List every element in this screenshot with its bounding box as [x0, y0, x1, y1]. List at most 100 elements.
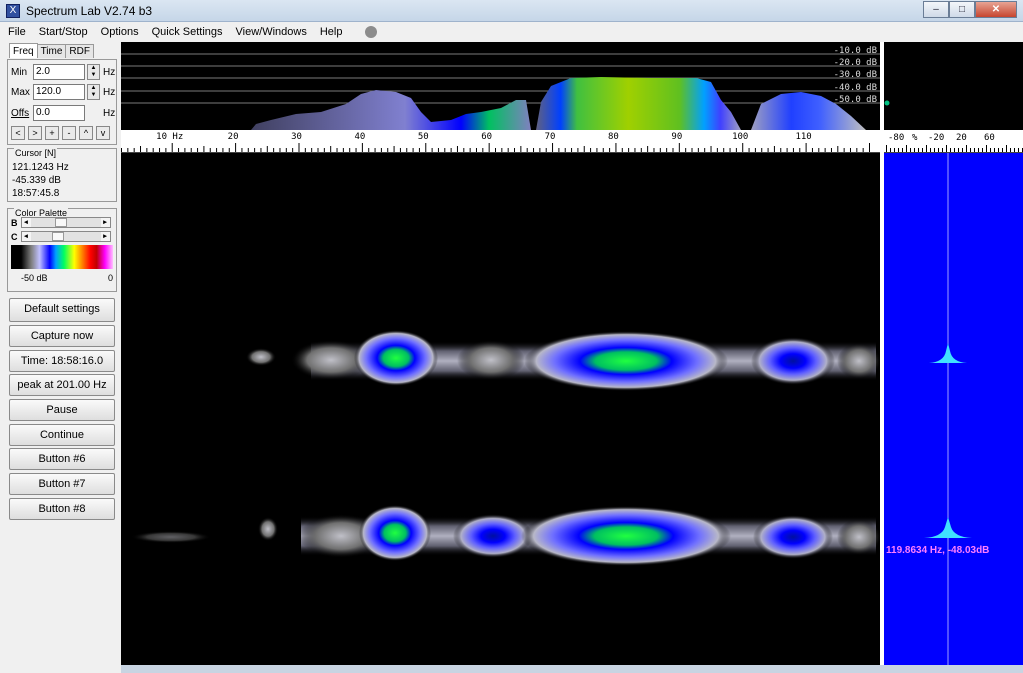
brightness-slider[interactable]: ◂ ▸ — [20, 217, 111, 228]
axis-tick-label: 30 — [291, 132, 302, 142]
min-label: Min — [11, 66, 28, 78]
spectrum-plot[interactable]: -10.0 dB -20.0 dB -30.0 dB -40.0 dB -50.… — [121, 42, 880, 130]
min-spinner[interactable]: ▲ ▼ — [87, 64, 100, 80]
spectrum-trace-left — [251, 90, 531, 130]
offset-input[interactable]: 0.0 — [33, 105, 85, 121]
amp-axis-label: -20 — [928, 133, 944, 143]
scroll-left-icon[interactable]: ◂ — [21, 218, 31, 227]
time-button[interactable]: Time: 18:58:16.0 — [9, 349, 115, 372]
button-7[interactable]: Button #7 — [9, 473, 115, 496]
brightness-thumb[interactable] — [54, 218, 67, 227]
db-gridlines — [121, 53, 880, 104]
min-unit: Hz — [103, 66, 116, 78]
button-6[interactable]: Button #6 — [9, 448, 115, 471]
amplitude-peak-upper — [929, 343, 967, 363]
menu-quick-settings[interactable]: Quick Settings — [152, 26, 223, 38]
zoom-out-button[interactable]: - — [62, 126, 76, 140]
palette-min-label: -50 dB — [21, 273, 48, 283]
scale-down-button[interactable]: v — [96, 126, 110, 140]
marker-readout: 119.8634 Hz, -48.03dB — [886, 545, 989, 556]
status-indicator-icon[interactable] — [365, 26, 378, 38]
amplitude-panel[interactable]: -80 % -20 20 60 119.8634 Hz, -48.03dB — [884, 42, 1023, 665]
frequency-settings: Min 2.0 ▲ ▼ Hz Max 120.0 ▲ ▼ Hz Offs 0.0 H… — [7, 59, 117, 145]
menu-options[interactable]: Options — [101, 26, 139, 38]
pause-button[interactable]: Pause — [9, 399, 115, 422]
scroll-right-icon[interactable]: ▸ — [100, 232, 110, 241]
waterfall-band-lower — [131, 505, 881, 566]
amp-axis-label: -80 — [888, 133, 904, 143]
db-label: -40.0 dB — [834, 83, 877, 93]
color-palette: Color Palette B ◂ ▸ C ◂ ▸ -50 dB 0 — [7, 208, 117, 292]
waterfall-band-upper — [246, 330, 881, 391]
color-palette-bar[interactable] — [11, 245, 113, 269]
cursor-frequency: 121.1243 Hz — [12, 162, 69, 173]
menu-bar: File Start/Stop Options Quick Settings V… — [0, 22, 1023, 42]
axis-tick-label: 100 — [732, 132, 748, 142]
palette-max-label: 0 — [107, 273, 113, 283]
contrast-slider[interactable]: ◂ ▸ — [20, 231, 111, 242]
scroll-right-button[interactable]: > — [28, 126, 42, 140]
menu-file[interactable]: File — [8, 26, 26, 38]
cursor-readout: Cursor [N] 121.1243 Hz -45.339 dB 18:57:… — [7, 148, 117, 202]
menu-view-windows[interactable]: View/Windows — [236, 26, 307, 38]
cursor-level: -45.339 dB — [12, 175, 61, 186]
axis-tick-label: 60 — [481, 132, 492, 142]
peak-button[interactable]: peak at 201.00 Hz — [9, 374, 115, 397]
scroll-left-button[interactable]: < — [11, 126, 25, 140]
axis-tick-label: 90 — [671, 132, 682, 142]
amp-axis-label: 60 — [984, 133, 995, 143]
min-frequency-input[interactable]: 2.0 — [33, 64, 85, 80]
cursor-title: Cursor [N] — [14, 148, 58, 158]
scroll-right-icon[interactable]: ▸ — [100, 218, 110, 227]
offs-label: Offs — [11, 107, 30, 119]
axis-tick-label: 70 — [545, 132, 556, 142]
button-8[interactable]: Button #8 — [9, 497, 115, 520]
db-label: -20.0 dB — [834, 58, 877, 68]
offs-unit: Hz — [103, 107, 116, 119]
tab-freq[interactable]: Freq — [9, 43, 38, 58]
max-frequency-input[interactable]: 120.0 — [33, 84, 85, 100]
default-settings-button[interactable]: Default settings — [9, 298, 115, 322]
db-label: -10.0 dB — [834, 46, 877, 56]
axis-tick-label: 50 — [418, 132, 429, 142]
amp-axis-label: % — [912, 133, 918, 143]
close-button[interactable]: ✕ — [975, 1, 1017, 18]
db-label: -30.0 dB — [834, 70, 877, 80]
db-label: -50.0 dB — [834, 95, 877, 105]
status-bar — [121, 665, 1023, 673]
amplitude-axis: -80 % -20 20 60 — [884, 130, 1023, 153]
axis-tick-label: 20 — [228, 132, 239, 142]
control-panel: Freq Time RDF Min 2.0 ▲ ▼ Hz Max 120.0 ▲ ▼… — [0, 42, 121, 673]
scroll-left-icon[interactable]: ◂ — [21, 232, 31, 241]
spectrum-trace-mid — [536, 77, 741, 130]
zoom-in-button[interactable]: + — [45, 126, 59, 140]
cursor-time: 18:57:45.8 — [12, 188, 60, 199]
maximize-button[interactable]: □ — [949, 1, 975, 18]
minimize-button[interactable]: – — [923, 1, 949, 18]
frequency-axis[interactable]: 10 Hz 20 30 40 50 60 70 80 90 100 110 — [121, 130, 880, 153]
waterfall-display[interactable] — [121, 153, 881, 665]
title-bar: X Spectrum Lab V2.74 b3 – □ ✕ — [0, 0, 1023, 22]
axis-tick-label: 10 Hz — [156, 132, 183, 142]
continue-button[interactable]: Continue — [9, 423, 115, 446]
tab-rdf[interactable]: RDF — [65, 44, 94, 58]
contrast-label: C — [11, 231, 18, 242]
max-spinner[interactable]: ▲ ▼ — [87, 84, 100, 100]
app-icon: X — [6, 4, 20, 18]
menu-start-stop[interactable]: Start/Stop — [39, 26, 88, 38]
amplitude-peak-lower — [924, 517, 972, 538]
db-scale: -10.0 dB -20.0 dB -30.0 dB -40.0 dB -50.… — [834, 46, 877, 105]
max-label: Max — [11, 86, 30, 98]
axis-tick-label: 40 — [354, 132, 365, 142]
brightness-label: B — [11, 217, 18, 228]
menu-help[interactable]: Help — [320, 26, 343, 38]
amplitude-trace-area[interactable]: 119.8634 Hz, -48.03dB — [884, 153, 1023, 665]
tab-time[interactable]: Time — [36, 44, 67, 58]
button-column: Default settings Capture now Time: 18:58… — [9, 298, 115, 523]
max-unit: Hz — [103, 86, 116, 98]
window-title: Spectrum Lab V2.74 b3 — [26, 4, 153, 18]
capture-now-button[interactable]: Capture now — [9, 325, 115, 347]
amp-axis-label: 20 — [956, 133, 967, 143]
scale-up-button[interactable]: ^ — [79, 126, 93, 140]
contrast-thumb[interactable] — [51, 232, 64, 241]
